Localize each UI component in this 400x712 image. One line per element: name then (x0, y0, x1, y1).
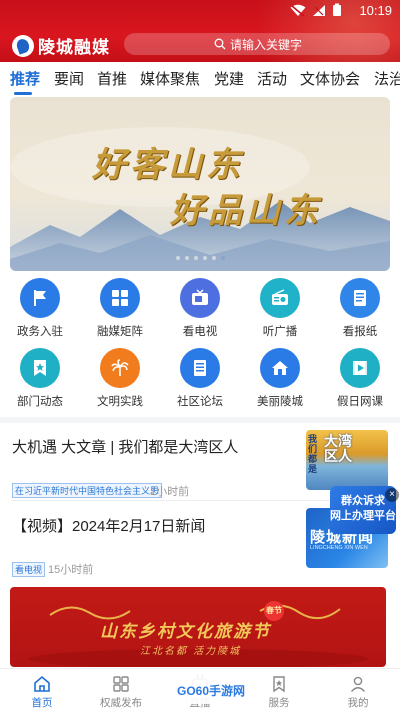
grid-item-government[interactable]: 政务入驻 (0, 278, 80, 339)
grid-label: 社区论坛 (177, 396, 223, 408)
category-tabs: 推荐 要闻 首推 媒体聚焦 党建 活动 文体协会 法治 (0, 62, 400, 96)
nav-mine[interactable]: 我的 (318, 674, 398, 710)
grid-item-department[interactable]: 部门动态 (0, 348, 80, 409)
logo-text: 陵城融媒 (38, 38, 110, 58)
nav-authority-release[interactable]: 权威发布 (81, 674, 161, 710)
newspaper-icon (340, 278, 380, 318)
tab-headline[interactable]: 首推 (97, 68, 127, 89)
nav-label: 服务 (268, 697, 290, 709)
tab-media-focus[interactable]: 媒体聚焦 (140, 68, 200, 89)
app-screen: 10:19 陵城融媒 请输入关键字 推荐 要闻 首推 媒体聚焦 党建 活动 文体… (0, 0, 400, 712)
site-watermark: GO60手游网 (170, 676, 252, 704)
user-icon (318, 674, 398, 694)
carousel-indicator (0, 256, 400, 260)
carousel-dot-active[interactable] (220, 256, 225, 260)
badge-line2: 网上办理平台 (330, 510, 396, 522)
nav-label: 我的 (347, 697, 369, 709)
star-bookmark-icon (20, 348, 60, 388)
tab-culture-sports[interactable]: 文体协会 (300, 68, 360, 89)
grid-label: 看报纸 (342, 326, 378, 338)
grid-item-newspaper[interactable]: 看报纸 (320, 278, 400, 339)
status-time: 10:19 (359, 3, 392, 18)
close-icon[interactable]: × (385, 488, 399, 502)
carousel-dot[interactable] (184, 256, 189, 260)
thumb-side-text: 我们都是 (308, 434, 318, 474)
grid-item-holiday-course[interactable]: 假日网课 (320, 348, 400, 409)
grid-item-beautiful-lingcheng[interactable]: 美丽陵城 (240, 348, 320, 409)
news-title[interactable]: 大机遇 大文章 | 我们都是大湾区人 (12, 436, 238, 457)
tab-active-indicator (14, 92, 32, 95)
home-icon (260, 348, 300, 388)
news-tag: 看电视 (12, 562, 46, 577)
app-logo[interactable]: 陵城融媒 (12, 33, 110, 58)
news-time: 15小时前 (48, 564, 94, 576)
grid-label: 假日网课 (337, 396, 383, 408)
flag-icon (20, 278, 60, 318)
grid-label: 融媒矩阵 (97, 326, 143, 338)
banner-calligraphy-1: 好客山东 (92, 145, 244, 185)
news-title[interactable]: 【视频】2024年2月17日新闻 (12, 515, 205, 536)
grid-label: 看电视 (182, 326, 218, 338)
tv-icon (180, 278, 220, 318)
grid-label: 美丽陵城 (257, 396, 303, 408)
status-bar: 10:19 (0, 0, 400, 22)
tab-party[interactable]: 党建 (214, 68, 244, 89)
festival-ad-banner[interactable]: 山东乡村文化旅游节 江北名都 活力陵城 春节 (10, 587, 386, 667)
signal-icon (313, 4, 325, 16)
grid-icon (81, 674, 161, 694)
news-tag: 在习近平新时代中国特色社会主义思 (12, 483, 163, 498)
carousel-dot[interactable] (211, 256, 216, 260)
section-divider (0, 417, 400, 423)
news-time: 1小时前 (150, 486, 190, 498)
battery-icon (333, 3, 341, 16)
banner-carousel[interactable]: 好客山东 好品山东 (10, 97, 390, 271)
search-icon (214, 38, 226, 50)
ad-title: 山东乡村文化旅游节 (100, 622, 271, 642)
logo-icon (12, 34, 34, 57)
tab-activity[interactable]: 活动 (257, 68, 287, 89)
wifi-icon (290, 4, 306, 17)
ad-seal: 春节 (264, 601, 284, 621)
grid-item-media-matrix[interactable]: 融媒矩阵 (80, 278, 160, 339)
carousel-dot[interactable] (193, 256, 198, 260)
nav-home[interactable]: 首页 (2, 674, 82, 710)
tab-law[interactable]: 法治 (374, 68, 400, 89)
carousel-dot[interactable] (202, 256, 207, 260)
banner-calligraphy-2: 好品山东 (170, 191, 322, 231)
palm-icon (100, 348, 140, 388)
search-placeholder: 请输入关键字 (230, 37, 303, 52)
app-header: 10:19 陵城融媒 请输入关键字 (0, 0, 400, 62)
video-icon (340, 348, 380, 388)
search-input[interactable]: 请输入关键字 (124, 33, 390, 55)
grid-label: 文明实践 (97, 396, 143, 408)
home-icon (2, 674, 82, 694)
document-icon (180, 348, 220, 388)
grid-item-radio[interactable]: 听广播 (240, 278, 320, 339)
grid-item-tv[interactable]: 看电视 (160, 278, 240, 339)
apps-grid-icon (100, 278, 140, 318)
status-icons (290, 3, 342, 17)
tab-recommend[interactable]: 推荐 (10, 68, 40, 89)
thumb-text: 大湾区人 (324, 433, 352, 464)
grid-label: 部门动态 (17, 396, 63, 408)
ad-subtitle: 江北名都 活力陵城 (140, 646, 242, 657)
grid-item-forum[interactable]: 社区论坛 (160, 348, 240, 409)
tab-news[interactable]: 要闻 (54, 68, 84, 89)
grid-item-civilization[interactable]: 文明实践 (80, 348, 160, 409)
news-thumbnail[interactable]: 我们都是 大湾区人 (306, 430, 388, 490)
grid-label: 政务入驻 (17, 326, 63, 338)
grid-label: 听广播 (262, 326, 298, 338)
nav-label: 权威发布 (100, 697, 142, 709)
carousel-dot[interactable] (175, 256, 180, 260)
nav-label: 首页 (31, 697, 53, 709)
radio-icon (260, 278, 300, 318)
thumb-sub: LINGCHENG XIN WEN (310, 545, 368, 551)
